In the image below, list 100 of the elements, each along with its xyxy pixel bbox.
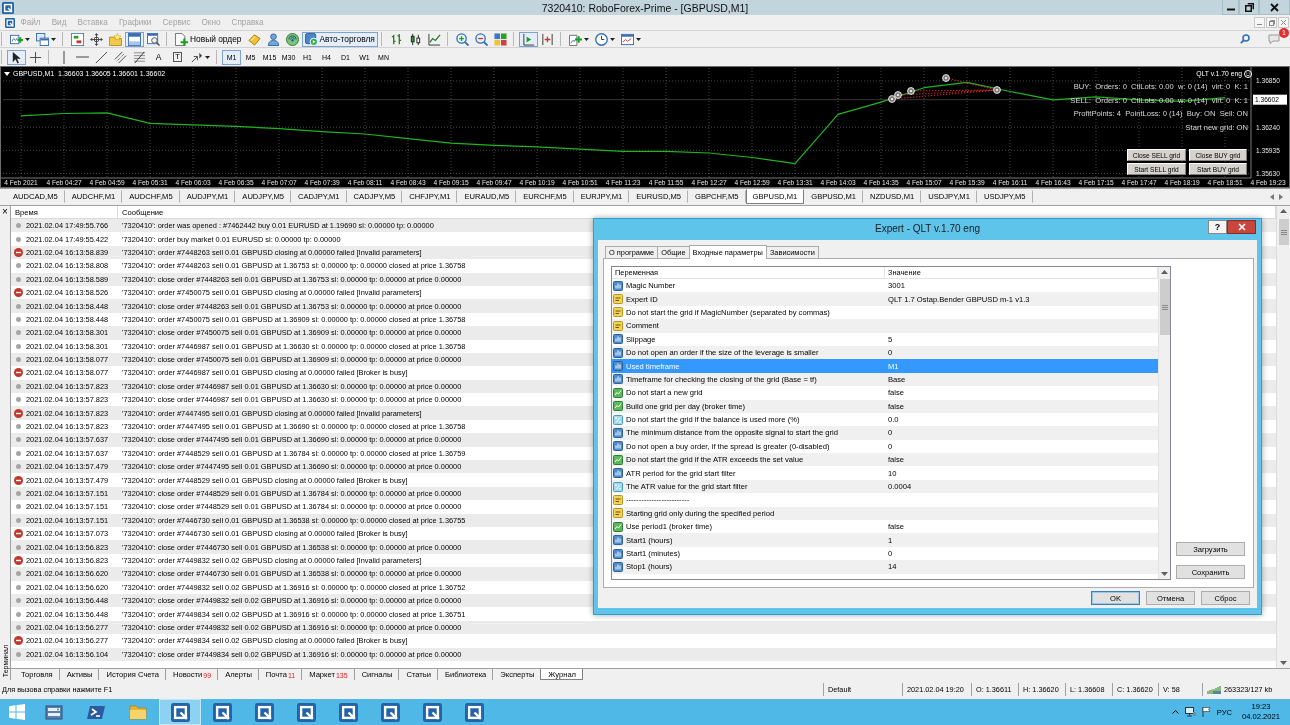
chart-tile-icon: [613, 401, 623, 412]
broadcast-circle-icon: [285, 32, 299, 46]
text-button[interactable]: A: [149, 49, 168, 65]
data-window-button[interactable]: [87, 31, 106, 47]
autotrading-button[interactable]: Авто-торговля: [301, 31, 378, 47]
ring-marker-icon: [942, 74, 950, 82]
network-icon: [1184, 707, 1196, 717]
help-button[interactable]: ?: [1208, 220, 1227, 234]
bars-tile-icon: [613, 535, 623, 546]
arrow-down-icon: [1161, 572, 1168, 576]
taskbar-button[interactable]: [159, 699, 201, 725]
auto-scroll-icon: [521, 32, 535, 46]
chart-plus-icon: [10, 32, 23, 46]
connection-bars-icon: [1207, 685, 1221, 694]
tester-button[interactable]: [144, 31, 163, 47]
dot-icon: [15, 450, 21, 456]
dot-icon: [15, 316, 21, 322]
server-icon: [45, 704, 63, 720]
close-icon: [1270, 2, 1279, 12]
grip-icon: [1161, 304, 1168, 310]
arrow-up-icon: [1161, 270, 1168, 274]
restore-icon: [1244, 2, 1254, 12]
market-watch-button[interactable]: [68, 31, 87, 47]
caret-icon: [635, 37, 641, 41]
vertical-line-icon: [62, 50, 65, 64]
app-logo-icon: [170, 702, 190, 722]
channel-icon: [114, 50, 127, 64]
bars-tile-icon: [613, 347, 623, 358]
dot-icon: [15, 303, 21, 309]
bars-tile-icon: [613, 361, 623, 372]
tile-windows-icon: [493, 32, 507, 46]
dot-icon: [15, 571, 21, 577]
app-logo-icon: [296, 702, 316, 722]
template-icon: [620, 32, 634, 46]
close-button[interactable]: ×: [2, 207, 8, 216]
text-tile-icon: [613, 320, 623, 331]
bars-tile-icon: [613, 280, 623, 291]
app-logo-icon: [212, 702, 232, 722]
caret-icon: [51, 37, 56, 41]
dialog-title: Expert - QLT v.1.70 eng: [873, 222, 982, 236]
smiley-icon: [1244, 69, 1252, 78]
dot-icon: [15, 437, 21, 443]
quotes-window-icon: [71, 32, 84, 46]
app-logo-icon: [5, 17, 15, 28]
app-logo-icon: [2, 1, 14, 14]
error-icon: [13, 247, 23, 257]
dot-icon: [15, 544, 21, 550]
caret-icon: [609, 37, 615, 41]
cursor-icon: [10, 50, 23, 64]
restore-button[interactable]: [1239, 0, 1259, 15]
bars-tile-icon: [613, 548, 623, 559]
dot-icon: [15, 611, 21, 617]
dot-icon: [15, 517, 21, 523]
dot-icon: [15, 504, 21, 510]
horizontal-line-icon: [76, 56, 89, 58]
dot-icon: [15, 263, 21, 269]
app-logo-icon: [338, 702, 358, 722]
bars-tile-icon: [613, 441, 623, 452]
terminal-button[interactable]: [125, 31, 144, 47]
bars-tile-icon: [613, 374, 623, 385]
bars-tile-icon: [613, 561, 623, 572]
chevron-up-icon: [1171, 710, 1179, 714]
dot-icon: [15, 464, 21, 470]
error-icon: [13, 408, 23, 418]
prompt-icon: [87, 704, 105, 720]
text-tile-icon: [613, 508, 623, 519]
line-chart-icon: [427, 32, 441, 46]
caret-icon: [25, 37, 30, 41]
dot-icon: [15, 584, 21, 590]
app-logo-icon: [464, 702, 484, 722]
arrow-up-icon: [1280, 209, 1287, 213]
panel-window-icon: [128, 32, 141, 46]
dot-icon: [15, 357, 21, 363]
cursor-button[interactable]: [7, 49, 26, 65]
dot-icon: [15, 236, 21, 242]
diamond-icon: [247, 32, 261, 46]
scrollbar[interactable]: [1276, 206, 1290, 668]
ohlc-bars-icon: [389, 32, 403, 46]
dot-icon: [15, 651, 21, 657]
close-icon: [1281, 20, 1286, 25]
text-tile-icon: [613, 294, 623, 305]
text-tile-icon: [613, 494, 623, 505]
close-button[interactable]: [1227, 220, 1256, 234]
scroll-thumb[interactable]: [1278, 219, 1289, 245]
scrollbar[interactable]: [1158, 267, 1170, 579]
dot-icon: [15, 397, 21, 403]
dot-icon: [15, 223, 21, 229]
arrows-icon: [190, 50, 203, 64]
star-folder-icon: [109, 32, 122, 46]
user-icon: [266, 32, 280, 46]
dot-icon: [15, 383, 21, 389]
profiles-button[interactable]: [33, 31, 59, 47]
close-button[interactable]: [1259, 0, 1290, 15]
indicator-plus-icon: [568, 32, 582, 46]
flag-icon: [1201, 707, 1211, 717]
autoscroll-button[interactable]: [518, 31, 538, 47]
scroll-thumb[interactable]: [1159, 279, 1170, 335]
dot-icon: [15, 491, 21, 496]
new-order-button[interactable]: Новый ордер: [172, 31, 245, 47]
minimize-button[interactable]: [1222, 0, 1239, 15]
